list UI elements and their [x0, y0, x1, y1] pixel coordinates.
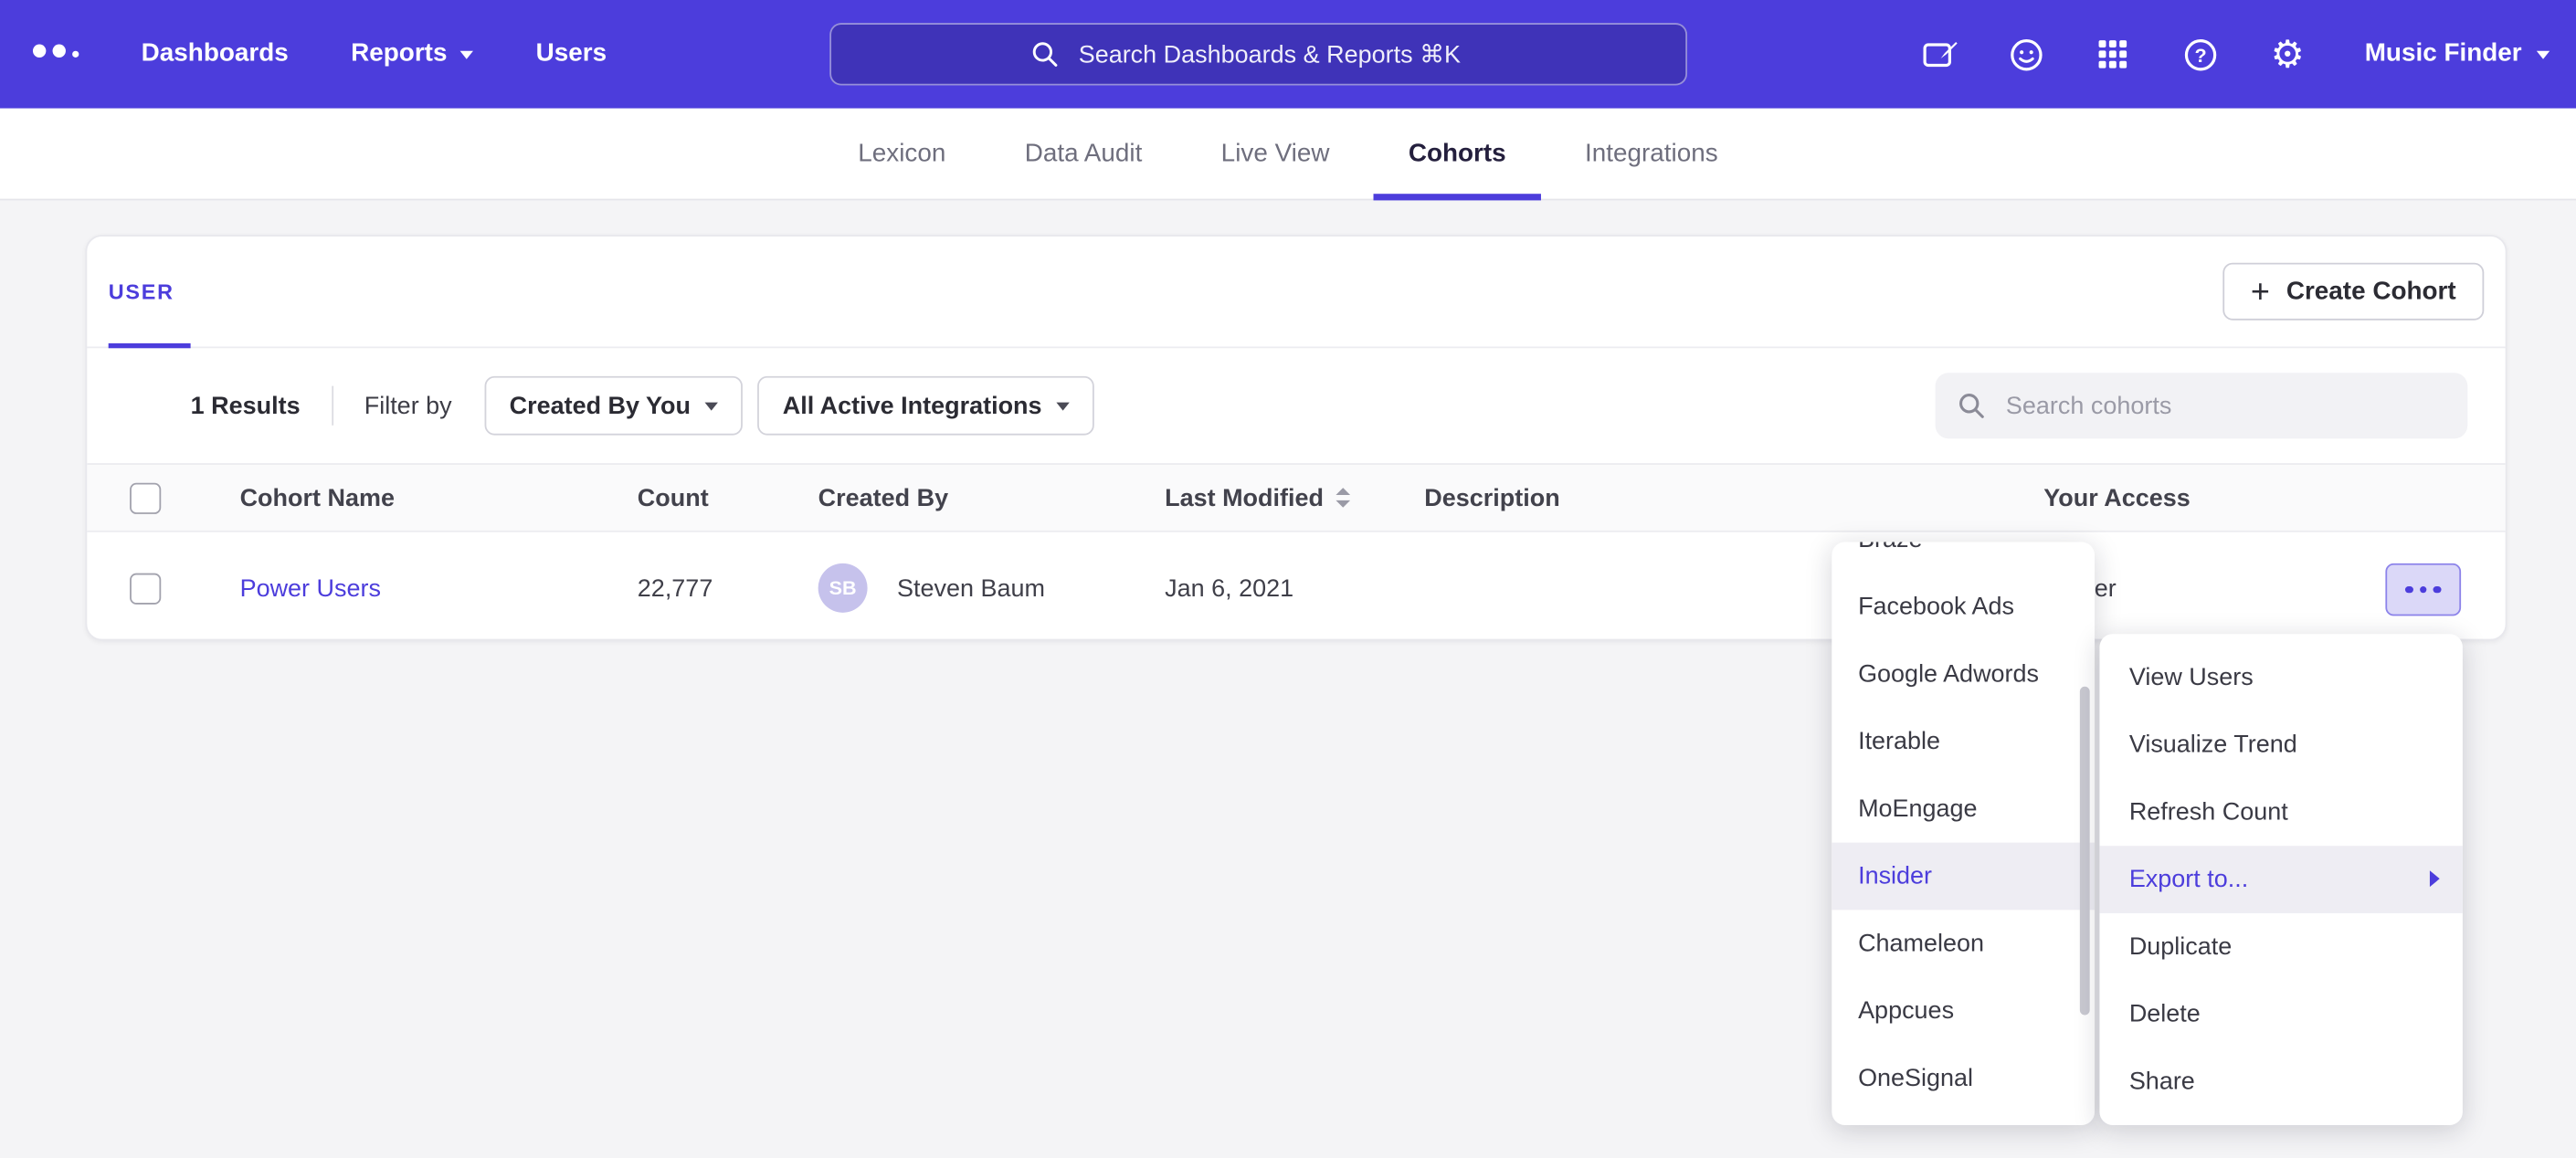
search-icon — [1028, 37, 1061, 70]
tab-cohorts[interactable]: Cohorts — [1374, 109, 1540, 199]
plus-icon: + — [2251, 277, 2270, 306]
header-your-access: Your Access — [2043, 465, 2190, 531]
cohort-name-link[interactable]: Power Users — [240, 574, 381, 603]
logo-dot — [53, 45, 66, 58]
logo-dot — [33, 45, 46, 58]
menu-item-facebook-ads[interactable]: Facebook Ads — [1832, 574, 2095, 641]
tab-lexicon[interactable]: Lexicon — [824, 109, 981, 199]
nav-item-users[interactable]: Users — [536, 39, 607, 68]
filter-integrations-dropdown[interactable]: All Active Integrations — [758, 376, 1094, 436]
nav-item-label: Users — [536, 39, 607, 68]
app-window: Dashboards Reports Users — [0, 0, 2576, 1158]
chevron-down-icon — [1057, 402, 1070, 410]
divider — [332, 386, 333, 426]
menu-item-share[interactable]: Share — [2099, 1047, 2462, 1115]
tab-integrations[interactable]: Integrations — [1550, 109, 1752, 199]
row-actions-button[interactable] — [2385, 563, 2461, 616]
created-by-cell: SB Steven Baum — [818, 532, 1045, 644]
menu-item-insider[interactable]: Insider — [1832, 843, 2095, 911]
nav-item-label: Reports — [351, 39, 447, 68]
create-cohort-button[interactable]: + Create Cohort — [2222, 263, 2484, 321]
workspace-switcher[interactable]: Music Finder — [2365, 39, 2550, 68]
smiley-icon[interactable] — [2007, 35, 2046, 74]
avatar: SB — [818, 563, 868, 613]
table-row: Power Users 22,777 SB Steven Baum Jan 6,… — [87, 532, 2505, 644]
svg-text:?: ? — [2194, 43, 2206, 66]
menu-item-view-users[interactable]: View Users — [2099, 644, 2462, 711]
search-icon — [1955, 389, 1988, 422]
results-count: 1 Results — [191, 392, 301, 420]
logo-dots-icon[interactable] — [33, 45, 79, 58]
active-tab-underline — [109, 343, 191, 348]
tab-user-cohorts[interactable]: USER — [109, 279, 174, 304]
global-search[interactable] — [829, 23, 1687, 85]
logo-dot — [72, 50, 79, 57]
menu-item-duplicate[interactable]: Duplicate — [2099, 913, 2462, 981]
settings-gear-icon[interactable]: ⚙ — [2268, 35, 2307, 74]
menu-item-onesignal[interactable]: OneSignal — [1832, 1045, 2095, 1112]
chevron-down-icon — [705, 402, 718, 410]
header-count: Count — [638, 465, 709, 531]
menu-item-visualize-trend[interactable]: Visualize Trend — [2099, 711, 2462, 779]
header-created-by: Created By — [818, 465, 948, 531]
row-context-menu: View Users Visualize Trend Refresh Count… — [2099, 634, 2462, 1125]
created-by-name: Steven Baum — [897, 574, 1045, 603]
cohort-search[interactable] — [1936, 373, 2468, 438]
filter-row: 1 Results Filter by Created By You All A… — [87, 348, 2505, 463]
feedback-icon[interactable] — [1919, 35, 1958, 74]
apps-grid-icon[interactable] — [2094, 35, 2133, 74]
submenu-arrow-icon — [2430, 870, 2440, 887]
chevron-down-icon — [2537, 50, 2550, 58]
top-nav: Dashboards Reports Users — [0, 0, 2576, 109]
filter-by-label: Filter by — [364, 392, 452, 420]
workspace-name: Music Finder — [2365, 39, 2522, 68]
menu-item-appcues[interactable]: Appcues — [1832, 977, 2095, 1045]
menu-item-moengage[interactable]: MoEngage — [1832, 775, 2095, 843]
menu-item-google-adwords[interactable]: Google Adwords — [1832, 640, 2095, 708]
cohort-search-input[interactable] — [2002, 390, 2447, 421]
nav-right-items: ? ⚙ Music Finder — [1919, 0, 2550, 109]
header-cohort-name: Cohort Name — [240, 465, 395, 531]
submenu-scrollbar-thumb[interactable] — [2080, 687, 2090, 1016]
select-all-checkbox[interactable] — [130, 482, 161, 513]
help-icon[interactable]: ? — [2180, 35, 2220, 74]
cohort-count: 22,777 — [638, 532, 713, 644]
menu-item-refresh-count[interactable]: Refresh Count — [2099, 778, 2462, 846]
cohorts-panel: USER + Create Cohort 1 Results Filter by… — [86, 235, 2507, 640]
menu-item-iterable[interactable]: Iterable — [1832, 708, 2095, 775]
sort-icon[interactable] — [1334, 488, 1352, 508]
filter-created-by-dropdown[interactable]: Created By You — [485, 376, 744, 436]
ellipsis-icon — [2405, 586, 2412, 594]
menu-item-chameleon[interactable]: Chameleon — [1832, 910, 2095, 977]
nav-item-label: Dashboards — [142, 39, 289, 68]
header-last-modified: Last Modified — [1165, 465, 1351, 531]
tab-data-audit[interactable]: Data Audit — [990, 109, 1177, 199]
table-header: Cohort Name Count Created By Last Modifi… — [87, 463, 2505, 532]
nav-main-items: Dashboards Reports Users — [142, 0, 607, 109]
chevron-down-icon — [460, 50, 473, 58]
row-checkbox[interactable] — [130, 573, 161, 604]
last-modified-cell: Jan 6, 2021 — [1165, 532, 1293, 644]
global-search-input[interactable] — [1075, 38, 1489, 69]
header-description: Description — [1424, 465, 1559, 531]
nav-item-reports[interactable]: Reports — [351, 39, 473, 68]
menu-item-braze[interactable]: Braze — [1832, 542, 2095, 573]
export-targets-submenu: Braze Facebook Ads Google Adwords Iterab… — [1832, 542, 2095, 1124]
tab-live-view[interactable]: Live View — [1187, 109, 1364, 199]
section-tabs: Lexicon Data Audit Live View Cohorts Int… — [0, 109, 2576, 201]
menu-item-delete[interactable]: Delete — [2099, 981, 2462, 1048]
nav-item-dashboards[interactable]: Dashboards — [142, 39, 289, 68]
menu-item-export-to[interactable]: Export to... — [2099, 846, 2462, 913]
